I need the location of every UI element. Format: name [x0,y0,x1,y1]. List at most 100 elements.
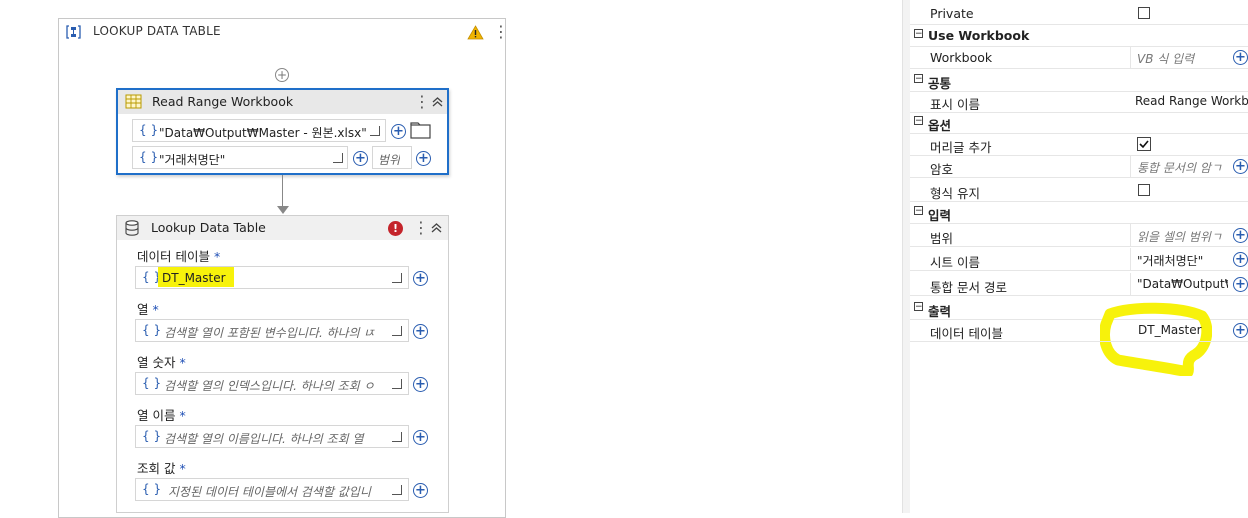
column-name-plus-icon[interactable]: + [413,430,428,445]
read-range-menu-icon[interactable]: ⋮ [414,94,430,110]
error-icon[interactable]: ! [388,221,403,236]
expand-editor-icon[interactable] [392,379,402,389]
datatable-value: DT_Master [158,267,234,287]
workbook-path-input-plus-icon[interactable]: + [1233,277,1248,292]
prop-workbook-label: Workbook [930,50,993,65]
lookup-menu-icon[interactable]: ⋮ [413,220,429,236]
panel-splitter[interactable] [902,0,910,513]
range-placeholder: 범위 [378,153,401,167]
sheet-name-field[interactable]: { } "거래처명단" [132,146,348,169]
expand-editor-icon[interactable] [392,273,402,283]
sheet-name-input-plus-icon[interactable]: + [1233,252,1248,267]
range-field[interactable]: 범위 [372,146,412,169]
prop-preserve-format-label: 형식 유지 [930,186,980,201]
category-options-label: 옵션 [928,118,952,133]
category-options[interactable]: − 옵션 [910,111,1248,134]
expression-braces-icon: { } [142,376,162,390]
output-datatable-value: DT_Master [1138,323,1202,337]
sequence-header: LOOKUP DATA TABLE ⋮ [59,19,509,45]
collapse-minus-icon[interactable]: − [914,206,923,216]
display-name-input[interactable]: Read Range Workbo [1130,90,1248,112]
prop-row-add-headers: 머리글 추가 [910,133,1248,156]
sequence-icon [66,25,81,39]
prop-row-display-name: 표시 이름 Read Range Workbo [910,90,1248,113]
workbook-path-input-value: "Data₩Output₩ [1137,277,1228,291]
collapse-icon[interactable] [431,222,442,233]
sheet-name-plus-icon[interactable]: + [353,151,368,166]
prop-row-range: 범위 읽을 셀의 범위ㄱ + [910,224,1248,247]
expand-editor-icon[interactable] [333,153,343,163]
datatable-plus-icon[interactable]: + [413,271,428,286]
expand-editor-icon[interactable] [392,326,402,336]
password-placeholder: 통합 문서의 암ㄱ [1137,161,1222,175]
column-label: 열 * [137,302,159,317]
column-name-field[interactable]: { } 검색할 열의 이름입니다. 하나의 조회 열 [135,425,409,448]
prop-row-sheet-name: 시트 이름 "거래처명단" + [910,248,1248,271]
column-index-field[interactable]: { } 검색할 열의 인덱스입니다. 하나의 조회 ㅇ [135,372,409,395]
workbook-path-input[interactable]: "Data₩Output₩ [1130,273,1228,295]
prop-sheet-name-label: 시트 이름 [930,255,980,270]
password-plus-icon[interactable]: + [1233,159,1248,174]
prop-row-workbook: Workbook VB 식 입력 + [910,46,1248,69]
range-input[interactable]: 읽을 셀의 범위ㄱ [1130,224,1228,246]
expression-braces-icon: { } [142,429,162,443]
output-datatable-input[interactable]: DT_Master [1130,319,1228,341]
column-name-label: 열 이름 * [137,408,186,423]
prop-add-headers-label: 머리글 추가 [930,140,992,155]
sheet-name-input-value: "거래처명단" [1137,254,1204,268]
range-input-plus-icon[interactable]: + [1233,228,1248,243]
add-activity-icon[interactable]: + [275,68,289,82]
column-field[interactable]: { } 검색할 열이 포함된 변수입니다. 하나의 ㄵ [135,319,409,342]
collapse-icon[interactable] [432,96,443,107]
column-plus-icon[interactable]: + [413,324,428,339]
collapse-minus-icon[interactable]: − [914,302,923,312]
prop-row-output-datatable: 데이터 테이블 DT_Master + [910,319,1248,342]
preserve-format-checkbox[interactable] [1138,184,1150,196]
display-name-value: Read Range Workbo [1135,94,1248,108]
datatable-field[interactable]: { } DT_Master [135,266,409,289]
collapse-minus-icon[interactable]: − [914,74,923,84]
workbook-input[interactable]: VB 식 입력 [1130,46,1228,68]
private-checkbox[interactable] [1138,7,1150,19]
lookup-value-placeholder: 지정된 데이터 테이블에서 검색할 값입니 [168,485,371,499]
expression-braces-icon: { } [139,150,159,164]
column-name-placeholder: 검색할 열의 이름입니다. 하나의 조회 열 [164,432,364,446]
workbook-plus-icon[interactable]: + [1233,50,1248,65]
prop-row-private: Private [910,2,1248,25]
workbook-path-plus-icon[interactable]: + [391,124,406,139]
category-input[interactable]: − 입력 [910,201,1248,224]
warning-icon[interactable] [467,25,484,40]
password-input[interactable]: 통합 문서의 암ㄱ [1130,155,1228,177]
add-headers-checkbox[interactable] [1137,137,1151,151]
lookup-value-field[interactable]: { } 지정된 데이터 테이블에서 검색할 값입니 [135,478,409,501]
lookup-value-plus-icon[interactable]: + [413,483,428,498]
sequence-title: LOOKUP DATA TABLE [93,24,221,38]
prop-workbook-path-label: 통합 문서 경로 [930,280,1007,295]
datatable-label: 데이터 테이블 * [137,249,221,264]
prop-row-workbook-path: 통합 문서 경로 "Data₩Output₩ + [910,273,1248,296]
read-range-workbook-activity[interactable]: Read Range Workbook ⋮ { } "Data₩Output₩M… [116,88,449,175]
workbook-placeholder: VB 식 입력 [1137,52,1195,66]
workbook-path-field[interactable]: { } "Data₩Output₩Master - 원본.xlsx" [132,119,386,142]
expand-editor-icon[interactable] [392,485,402,495]
range-plus-icon[interactable]: + [416,151,431,166]
connector-arrow-icon [277,206,289,214]
folder-icon[interactable] [410,122,431,139]
column-placeholder: 검색할 열이 포함된 변수입니다. 하나의 ㄵ [164,326,375,340]
prop-private-label: Private [930,6,974,21]
sequence-menu-icon[interactable]: ⋮ [493,24,509,40]
expand-editor-icon[interactable] [370,126,380,136]
lookup-data-table-activity[interactable]: Lookup Data Table ! ⋮ 데이터 테이블 * { } DT_M… [116,215,449,513]
sheet-name-input[interactable]: "거래처명단" [1130,248,1228,270]
collapse-minus-icon[interactable]: − [914,29,923,39]
read-range-title: Read Range Workbook [152,94,294,109]
output-datatable-plus-icon[interactable]: + [1233,323,1248,338]
column-index-plus-icon[interactable]: + [413,377,428,392]
category-output-label: 출력 [928,304,952,319]
lookup-header: Lookup Data Table ! ⋮ [117,216,448,240]
lookup-value-label: 조회 값 * [137,461,186,476]
category-use-workbook[interactable]: − Use Workbook [910,24,1248,47]
expand-editor-icon[interactable] [392,432,402,442]
category-common[interactable]: − 공통 [910,69,1248,92]
collapse-minus-icon[interactable]: − [914,116,923,126]
